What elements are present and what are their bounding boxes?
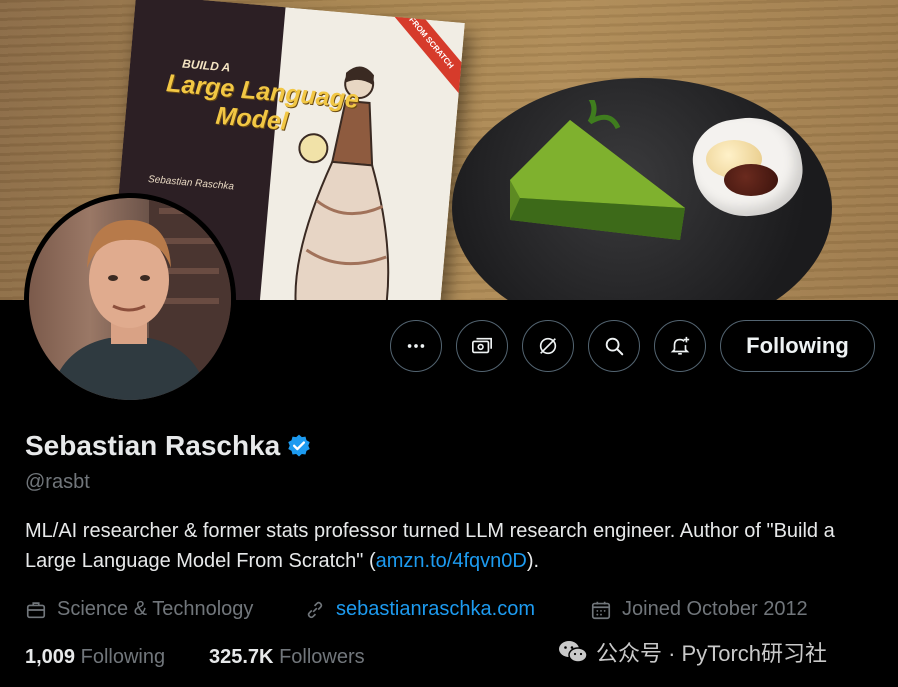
bio-end: ). xyxy=(526,550,540,572)
joined-item: Joined October 2012 xyxy=(590,598,808,621)
briefcase-icon xyxy=(26,601,46,618)
following-stat[interactable]: 1,009 Following xyxy=(25,646,165,669)
followers-count: 325.7K xyxy=(209,646,274,668)
verified-badge-icon[interactable] xyxy=(286,433,312,459)
bio-link[interactable]: amzn.to/4fqvn0D xyxy=(376,550,527,572)
watermark-text: 公众号 · PyTorch研习社 xyxy=(596,641,828,666)
more-button[interactable] xyxy=(390,320,442,372)
following-button[interactable]: Following xyxy=(720,320,875,372)
grok-icon xyxy=(539,337,557,355)
display-name: Sebastian Raschka xyxy=(25,430,281,461)
website-link[interactable]: sebastianraschka.com xyxy=(336,598,535,621)
followers-label: Followers xyxy=(279,646,365,668)
matcha-cake xyxy=(510,100,685,240)
calendar-icon xyxy=(591,601,611,619)
category-label: Science & Technology xyxy=(57,598,254,620)
subscribe-button[interactable] xyxy=(456,320,508,372)
following-count: 1,009 xyxy=(25,646,76,668)
wechat-icon xyxy=(559,641,588,663)
avatar-photo xyxy=(29,198,231,400)
grok-button[interactable] xyxy=(522,320,574,372)
notifications-button[interactable] xyxy=(654,320,706,372)
category-item: Science & Technology xyxy=(25,598,253,621)
search-icon xyxy=(605,337,624,356)
search-button[interactable] xyxy=(588,320,640,372)
following-label: Following xyxy=(80,646,166,668)
watermark: 公众号 · PyTorch研习社 xyxy=(558,636,827,668)
followers-stat[interactable]: 325.7K Followers xyxy=(209,646,365,669)
money-icon xyxy=(472,337,492,354)
link-icon xyxy=(307,601,323,618)
bio: ML/AI researcher & former stats professo… xyxy=(25,516,885,576)
bell-plus-icon xyxy=(670,336,690,355)
joined-label: Joined October 2012 xyxy=(622,598,808,620)
more-dots-icon xyxy=(407,344,425,348)
name-row: Sebastian Raschka xyxy=(25,430,312,462)
avatar[interactable] xyxy=(24,193,236,405)
user-handle: @rasbt xyxy=(25,471,90,493)
avatar-portrait xyxy=(49,198,231,400)
red-beans xyxy=(724,164,778,196)
website-item: sebastianraschka.com xyxy=(304,598,535,621)
